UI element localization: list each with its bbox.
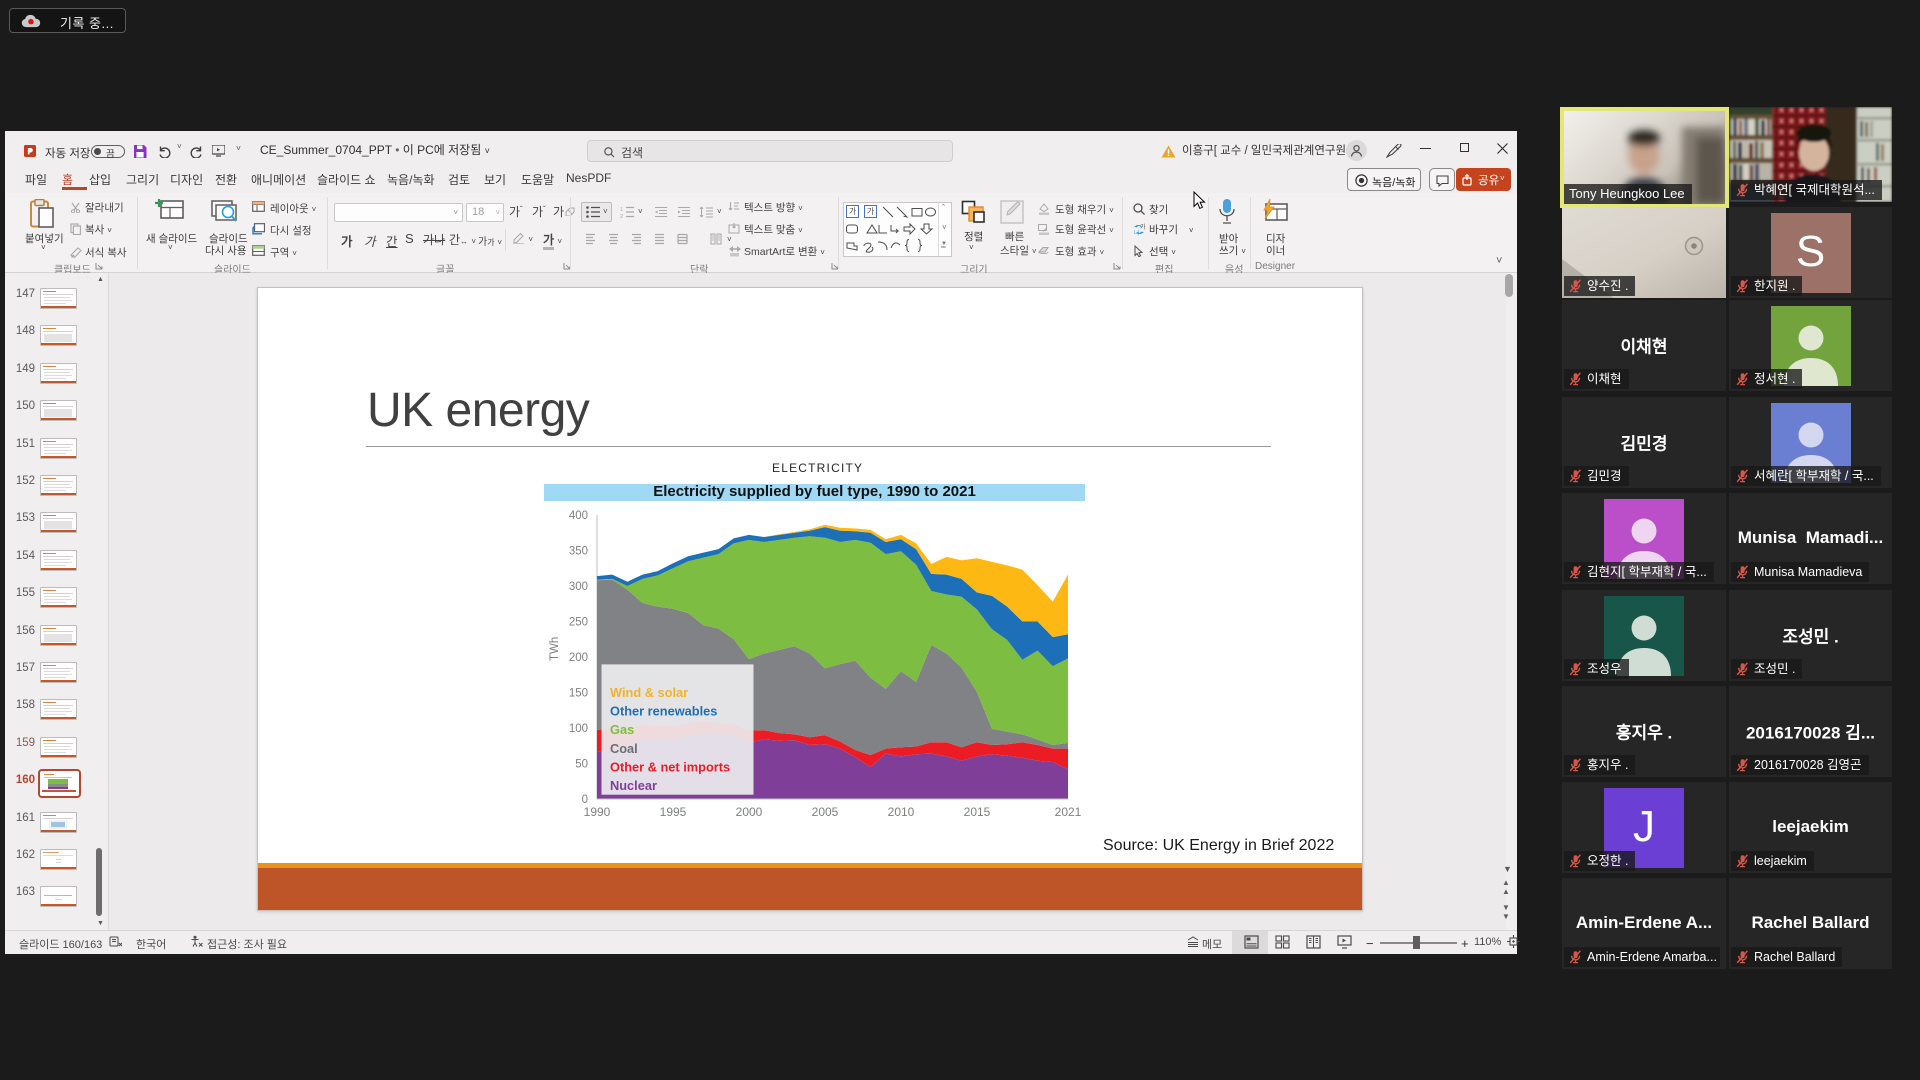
svg-text:Gas: Gas: [610, 722, 634, 737]
svg-text:2: 2: [620, 214, 623, 218]
svg-text:Other renewables: Other renewables: [610, 704, 717, 719]
svg-text:Wind & solar: Wind & solar: [610, 685, 688, 700]
svg-text:Coal: Coal: [610, 741, 638, 756]
svg-text:Other & net imports: Other & net imports: [610, 759, 730, 774]
svg-text:200: 200: [569, 652, 588, 664]
svg-text:가: 가: [1140, 223, 1146, 231]
svg-text:150: 150: [569, 688, 588, 700]
svg-text:400: 400: [569, 510, 588, 522]
svg-text:TWh: TWh: [549, 637, 561, 661]
svg-text:1: 1: [620, 207, 623, 213]
svg-text:Nuclear: Nuclear: [610, 778, 657, 793]
svg-text:100: 100: [569, 723, 588, 735]
svg-text:50: 50: [575, 759, 588, 771]
svg-text:나: 나: [1134, 229, 1140, 236]
svg-text:1995: 1995: [660, 805, 687, 819]
svg-text:2000: 2000: [736, 805, 763, 819]
svg-text:300: 300: [569, 581, 588, 593]
svg-text:2015: 2015: [964, 805, 991, 819]
svg-text:2005: 2005: [812, 805, 839, 819]
svg-text:2010: 2010: [888, 805, 915, 819]
svg-text:350: 350: [569, 546, 588, 558]
svg-text:1990: 1990: [584, 805, 611, 819]
svg-text:2021: 2021: [1055, 805, 1082, 819]
svg-text:250: 250: [569, 617, 588, 629]
